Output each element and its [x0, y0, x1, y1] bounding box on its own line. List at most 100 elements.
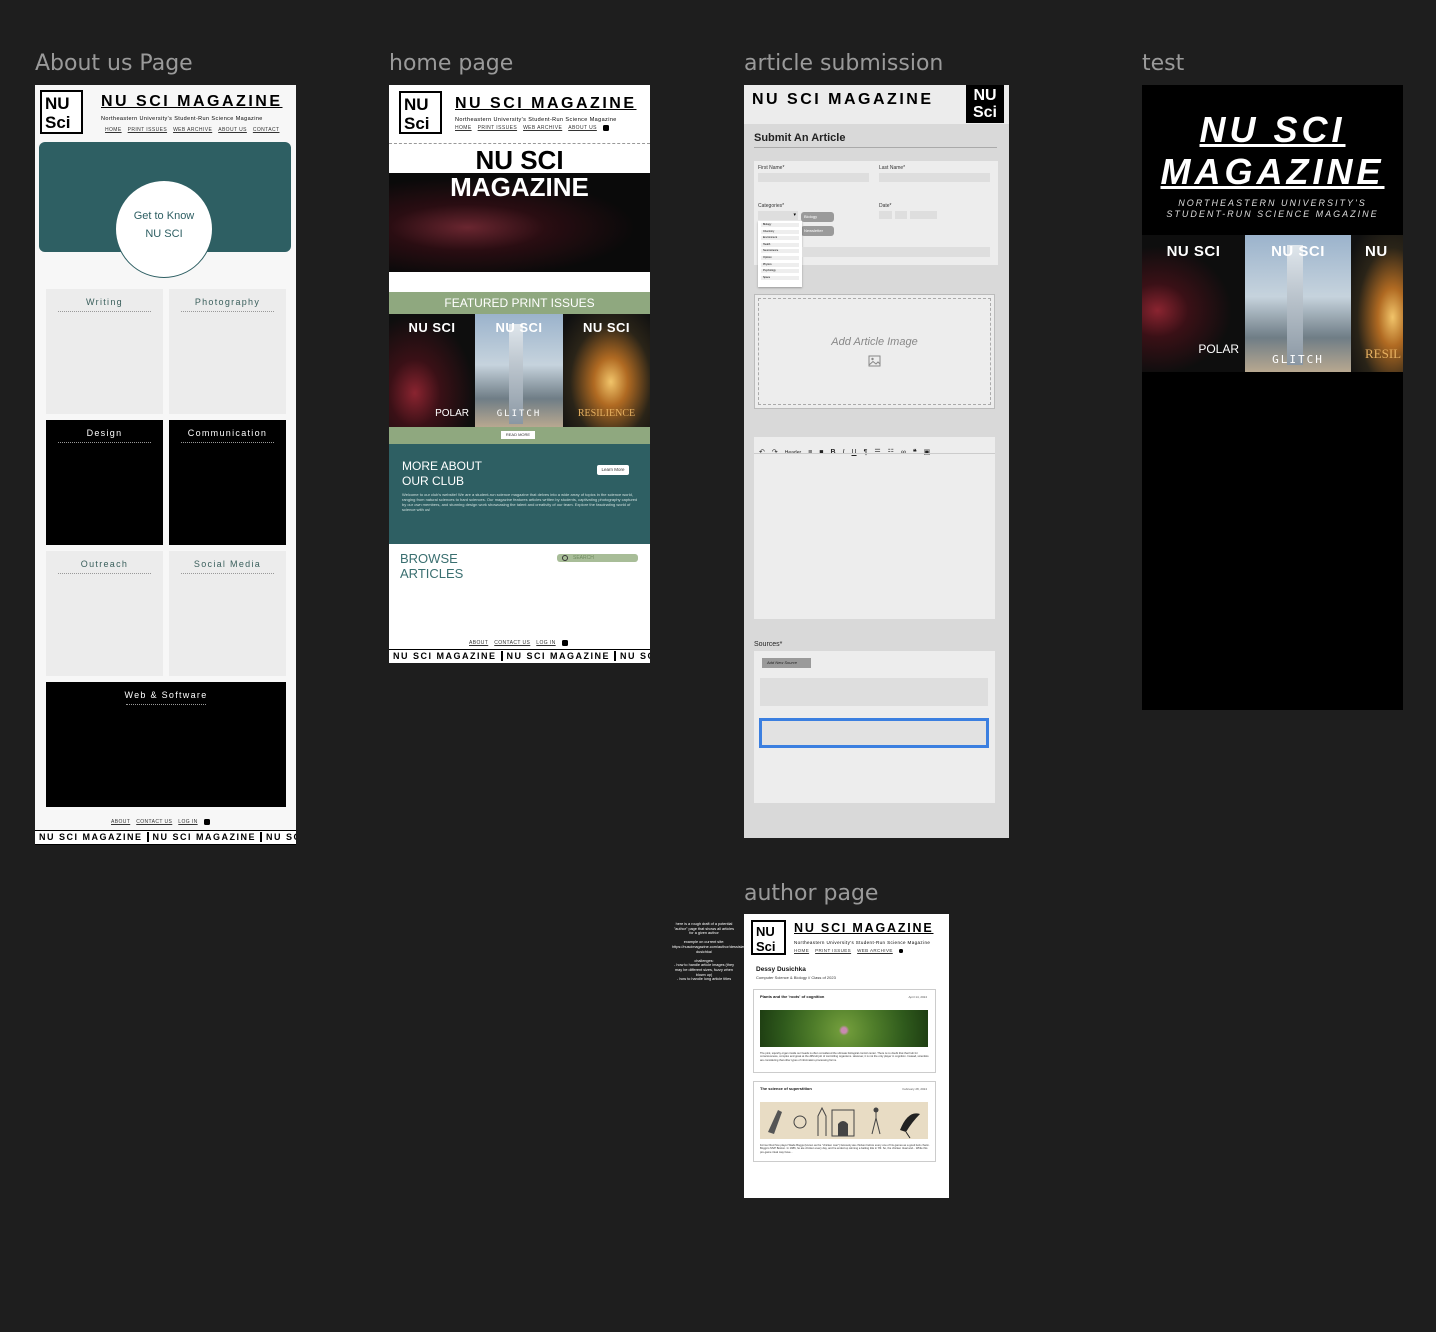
- search-icon: [562, 555, 568, 561]
- team-tile-photography[interactable]: Photography: [169, 289, 286, 414]
- team-tile-social-media[interactable]: Social Media: [169, 551, 286, 676]
- footer-login[interactable]: LOG IN: [536, 640, 555, 646]
- masthead[interactable]: NU SCI MAGAZINE: [794, 921, 934, 935]
- category-option[interactable]: Space: [761, 275, 799, 280]
- team-tile-communication[interactable]: Communication: [169, 420, 286, 545]
- top-nav: HOME PRINT ISSUES WEB ARCHIVE ABOUT US: [455, 125, 615, 131]
- article-image[interactable]: [760, 1010, 928, 1047]
- masthead[interactable]: NU SCI MAGAZINE: [752, 91, 934, 109]
- instagram-icon[interactable]: [203, 819, 210, 825]
- bullet-list-icon[interactable]: ☰: [874, 448, 880, 456]
- first-name-label: First Name*: [758, 165, 785, 171]
- rich-text-editor[interactable]: ↶ ↷ Header ≡ ■ B I U ¶ ☰ ☷ ∞ ❝ ▣: [754, 437, 995, 619]
- date-year-input[interactable]: [910, 211, 937, 219]
- instagram-icon[interactable]: [561, 640, 568, 646]
- category-option[interactable]: Neuroscience: [761, 249, 799, 254]
- nav-about-us[interactable]: ABOUT US: [218, 127, 247, 133]
- cover-title: NU SCI: [408, 320, 456, 335]
- category-option[interactable]: Chemistry: [761, 229, 799, 234]
- date-day-input[interactable]: [895, 211, 907, 219]
- footer-login[interactable]: LOG IN: [178, 819, 197, 825]
- category-option[interactable]: Environment: [761, 236, 799, 241]
- frame-title-author[interactable]: author page: [744, 881, 878, 906]
- get-to-know-circle[interactable]: Get to Know NU SCI: [115, 180, 213, 278]
- category-chip-newsletter[interactable]: Newsletter: [801, 226, 834, 236]
- nav-home[interactable]: HOME: [105, 127, 122, 133]
- insert-image-icon[interactable]: ▣: [924, 448, 931, 456]
- frame-title-home[interactable]: home page: [389, 51, 513, 76]
- article-title[interactable]: The science of superstition: [760, 1086, 812, 1091]
- nav-home[interactable]: HOME: [794, 948, 809, 953]
- nav-print-issues[interactable]: PRINT ISSUES: [478, 125, 517, 131]
- author-page-note[interactable]: here is a rough draft of a potential "au…: [672, 922, 749, 982]
- test-frame[interactable]: NU SCI MAGAZINE NORTHEASTERN UNIVERSITY'…: [1142, 85, 1403, 710]
- author-frame[interactable]: NU Sci NU SCI MAGAZINE Northeastern Univ…: [744, 914, 949, 1198]
- frame-title-submission[interactable]: article submission: [744, 51, 943, 76]
- learn-more-button[interactable]: Learn More: [597, 465, 629, 475]
- source-input-2[interactable]: [759, 718, 989, 748]
- category-option[interactable]: Biology: [761, 223, 799, 227]
- logo[interactable]: NU Sci: [40, 90, 83, 134]
- home-frame[interactable]: NU Sci NU SCI MAGAZINE Northeastern Univ…: [389, 85, 650, 663]
- nav-print-issues[interactable]: PRINT ISSUES: [815, 948, 851, 953]
- test-cover-resilience[interactable]: NU RESIL: [1351, 235, 1403, 372]
- first-name-input[interactable]: [758, 173, 869, 182]
- footer-contact[interactable]: CONTACT US: [136, 819, 172, 825]
- category-option[interactable]: Opinion: [761, 255, 799, 260]
- article-card[interactable]: The science of superstition February 28,…: [753, 1081, 936, 1162]
- article-image[interactable]: [760, 1102, 928, 1139]
- category-option[interactable]: Physics: [761, 262, 799, 267]
- frame-title-test[interactable]: test: [1142, 51, 1184, 76]
- nav-print-issues[interactable]: PRINT ISSUES: [128, 127, 167, 133]
- author-name: Dessy Dusichka: [756, 966, 806, 973]
- team-tile-web-software[interactable]: Web & Software: [46, 682, 286, 807]
- about-frame[interactable]: NU Sci NU SCI MAGAZINE Northeastern Univ…: [35, 85, 296, 845]
- redo-icon[interactable]: ↷: [772, 448, 778, 456]
- footer-about[interactable]: ABOUT: [111, 819, 130, 825]
- category-chip-biology[interactable]: Biology: [801, 212, 834, 222]
- team-tile-design[interactable]: Design: [46, 420, 163, 545]
- test-cover-polar[interactable]: NU SCI POLAR: [1142, 235, 1245, 372]
- add-source-button[interactable]: Add New Source: [762, 658, 811, 668]
- nav-contact[interactable]: CONTACT: [253, 127, 280, 133]
- instagram-icon[interactable]: [602, 125, 609, 131]
- article-card[interactable]: Plants and the 'roots' of cognition Apri…: [753, 989, 936, 1073]
- source-input-1[interactable]: [760, 678, 988, 706]
- nav-web-archive[interactable]: WEB ARCHIVE: [173, 127, 212, 133]
- logo[interactable]: NU Sci: [751, 920, 786, 955]
- search-input[interactable]: SEARCH: [557, 554, 638, 562]
- masthead[interactable]: NU SCI MAGAZINE: [455, 95, 637, 113]
- last-name-input[interactable]: [879, 173, 990, 182]
- nav-web-archive[interactable]: WEB ARCHIVE: [523, 125, 562, 131]
- nav-web-archive[interactable]: WEB ARCHIVE: [857, 948, 893, 953]
- logo[interactable]: NU Sci: [966, 85, 1004, 123]
- instagram-icon[interactable]: [898, 948, 903, 953]
- team-tile-outreach[interactable]: Outreach: [46, 551, 163, 676]
- article-title[interactable]: Plants and the 'roots' of cognition: [760, 994, 824, 999]
- read-more-button[interactable]: READ MORE: [501, 431, 535, 439]
- cover-glitch[interactable]: NU SCI GLITCH: [475, 314, 563, 427]
- undo-icon[interactable]: ↶: [759, 448, 765, 456]
- title-input[interactable]: [802, 247, 990, 257]
- quote-icon[interactable]: ❝: [913, 448, 917, 456]
- image-upload-zone[interactable]: Add Article Image: [754, 294, 995, 409]
- cover-issue: POLAR: [1198, 342, 1239, 356]
- numbered-list-icon[interactable]: ☷: [888, 448, 894, 456]
- nav-about-us[interactable]: ABOUT US: [568, 125, 597, 131]
- test-cover-glitch[interactable]: NU SCI GLITCH: [1245, 235, 1351, 372]
- date-month-input[interactable]: [879, 211, 892, 219]
- categories-select[interactable]: ▾: [758, 211, 798, 220]
- team-tile-writing[interactable]: Writing: [46, 289, 163, 414]
- cover-resilience[interactable]: NU SCI RESILIENCE: [563, 314, 650, 427]
- footer-about[interactable]: ABOUT: [469, 640, 488, 646]
- categories-dropdown[interactable]: Biology Chemistry Environment Health Neu…: [758, 221, 802, 287]
- category-option[interactable]: Health: [761, 242, 799, 247]
- submission-frame[interactable]: NU SCI MAGAZINE NU Sci Submit An Article…: [744, 85, 1009, 838]
- frame-title-about[interactable]: About us Page: [35, 51, 193, 76]
- logo[interactable]: NU Sci: [399, 91, 442, 134]
- nav-home[interactable]: HOME: [455, 125, 472, 131]
- masthead[interactable]: NU SCI MAGAZINE: [101, 93, 283, 111]
- cover-polar[interactable]: NU SCI POLAR: [389, 314, 475, 427]
- footer-contact[interactable]: CONTACT US: [494, 640, 530, 646]
- category-option[interactable]: Psychology: [761, 269, 799, 274]
